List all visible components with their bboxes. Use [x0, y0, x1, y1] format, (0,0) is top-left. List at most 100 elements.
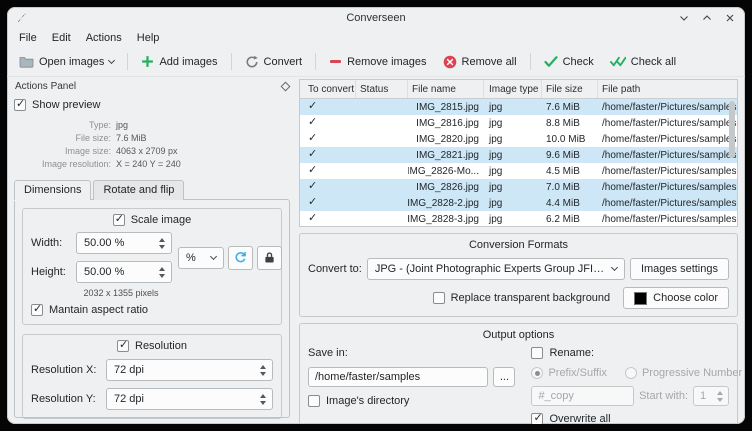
row-to-convert-cell[interactable] — [300, 118, 356, 129]
row-to-convert-cell[interactable] — [300, 150, 356, 161]
remove-all-button[interactable]: Remove all — [436, 52, 524, 72]
info-resolution-label: Image resolution: — [14, 159, 111, 169]
spin-up-icon[interactable] — [159, 267, 165, 271]
rename-pattern-input[interactable]: #_copy — [531, 386, 634, 406]
dimensions-tab-pane: Scale image Width: 50.00 % — [14, 199, 290, 418]
spinner-arrows[interactable] — [256, 363, 269, 377]
table-row[interactable]: IMG_2815.jpgjpg7.6 MiB/home/faster/Pictu… — [300, 99, 737, 115]
check-icon[interactable] — [308, 182, 319, 193]
check-icon[interactable] — [308, 134, 319, 145]
close-button[interactable] — [724, 12, 736, 24]
prefix-suffix-radio[interactable]: Prefix/Suffix — [531, 367, 607, 379]
lock-aspect-button[interactable] — [257, 246, 282, 270]
choose-color-button[interactable]: Choose color — [623, 287, 729, 309]
refresh-button[interactable] — [228, 246, 253, 270]
convert-button[interactable]: Convert — [238, 52, 310, 72]
check-icon[interactable] — [308, 214, 319, 225]
column-file-name[interactable]: File name — [408, 80, 484, 98]
check-icon[interactable] — [308, 166, 319, 177]
menu-file[interactable]: File — [12, 31, 44, 45]
column-file-path[interactable]: File path — [598, 80, 737, 98]
overwrite-all-checkbox[interactable]: Overwrite all — [531, 413, 729, 424]
table-row[interactable]: IMG_2816.jpgjpg8.8 MiB/home/faster/Pictu… — [300, 115, 737, 131]
save-in-input[interactable]: /home/faster/samples — [308, 367, 488, 387]
spinner-arrows[interactable] — [155, 265, 168, 279]
tab-dimensions[interactable]: Dimensions — [14, 180, 91, 200]
column-image-type[interactable]: Image type — [484, 80, 542, 98]
titlebar[interactable]: Converseen — [7, 7, 745, 28]
open-images-button[interactable]: Open images — [12, 52, 121, 71]
spin-down-icon[interactable] — [159, 245, 165, 249]
spinner-arrows[interactable] — [256, 392, 269, 406]
row-file-size-cell: 7.6 MiB — [542, 102, 598, 113]
scrollbar-thumb[interactable] — [729, 101, 735, 158]
menu-actions[interactable]: Actions — [79, 31, 129, 45]
table-row[interactable]: IMG_2828-3.jpgjpg6.2 MiB/home/faster/Pic… — [300, 211, 737, 227]
check-icon[interactable] — [308, 198, 319, 209]
menu-help[interactable]: Help — [130, 31, 167, 45]
spin-down-icon[interactable] — [260, 372, 266, 376]
images-settings-button[interactable]: Images settings — [630, 258, 729, 280]
width-label: Width: — [31, 237, 71, 249]
row-image-type-cell: jpg — [484, 182, 542, 193]
table-row[interactable]: IMG_2826-Mo...jpg4.5 MiB/home/faster/Pic… — [300, 163, 737, 179]
row-file-name-cell: IMG_2821.jpg — [408, 150, 484, 161]
spin-up-icon[interactable] — [260, 365, 266, 369]
maximize-button[interactable] — [701, 12, 713, 24]
height-spinbox[interactable]: 50.00 % — [76, 261, 172, 283]
info-file-size-label: File size: — [14, 133, 111, 143]
table-row[interactable]: IMG_2821.jpgjpg9.6 MiB/home/faster/Pictu… — [300, 147, 737, 163]
width-spinbox[interactable]: 50.00 % — [76, 232, 172, 254]
check-icon[interactable] — [308, 150, 319, 161]
spin-down-icon[interactable] — [717, 398, 723, 402]
dock-float-button[interactable] — [281, 81, 291, 91]
show-preview-checkbox[interactable]: Show preview — [14, 99, 290, 111]
check-icon[interactable] — [308, 102, 319, 113]
check-button[interactable]: Check — [537, 53, 601, 71]
spinner-arrows[interactable] — [155, 236, 168, 250]
browse-button[interactable]: ... — [493, 367, 515, 387]
scale-image-checkbox[interactable]: Scale image — [113, 214, 192, 226]
progressive-number-radio[interactable]: Progressive Number — [625, 367, 742, 379]
spin-down-icon[interactable] — [159, 274, 165, 278]
row-to-convert-cell[interactable] — [300, 182, 356, 193]
unit-combobox[interactable]: % — [178, 247, 224, 269]
rename-checkbox[interactable]: Rename: — [531, 347, 729, 359]
row-to-convert-cell[interactable] — [300, 166, 356, 177]
table-row[interactable]: IMG_2828-2.jpgjpg4.4 MiB/home/faster/Pic… — [300, 195, 737, 211]
table-scrollbar[interactable] — [728, 101, 736, 224]
column-to-convert[interactable]: To convert — [300, 80, 356, 98]
info-type-label: Type: — [14, 120, 111, 130]
spin-up-icon[interactable] — [717, 391, 723, 395]
table-row[interactable]: IMG_2826.jpgjpg7.0 MiB/home/faster/Pictu… — [300, 179, 737, 195]
column-status[interactable]: Status — [356, 80, 408, 98]
resolution-y-spinbox[interactable]: 72 dpi — [106, 388, 273, 410]
minimize-button[interactable] — [678, 12, 690, 24]
check-all-icon — [610, 56, 626, 67]
row-to-convert-cell[interactable] — [300, 134, 356, 145]
remove-all-icon — [443, 55, 457, 69]
table-row[interactable]: IMG_2820.jpgjpg10.0 MiB/home/faster/Pict… — [300, 131, 737, 147]
spin-up-icon[interactable] — [159, 238, 165, 242]
column-file-size[interactable]: File size — [542, 80, 598, 98]
format-combobox[interactable]: JPG - (Joint Photographic Experts Group … — [367, 258, 625, 280]
remove-images-button[interactable]: Remove images — [322, 52, 433, 71]
maintain-aspect-ratio-checkbox[interactable]: Mantain aspect ratio — [31, 304, 273, 316]
menu-edit[interactable]: Edit — [45, 31, 78, 45]
check-icon[interactable] — [308, 118, 319, 129]
add-images-button[interactable]: Add images — [134, 52, 224, 71]
row-to-convert-cell[interactable] — [300, 214, 356, 225]
spin-down-icon[interactable] — [260, 401, 266, 405]
replace-transparent-label: Replace transparent background — [451, 292, 611, 304]
spin-up-icon[interactable] — [260, 394, 266, 398]
replace-transparent-checkbox[interactable]: Replace transparent background — [433, 292, 611, 304]
start-with-spinbox[interactable]: 1 — [693, 386, 729, 406]
resolution-checkbox[interactable]: Resolution — [117, 340, 187, 352]
tab-rotate-and-flip[interactable]: Rotate and flip — [93, 180, 184, 200]
spinner-arrows[interactable] — [713, 389, 726, 403]
row-to-convert-cell[interactable] — [300, 102, 356, 113]
resolution-x-spinbox[interactable]: 72 dpi — [106, 359, 273, 381]
row-to-convert-cell[interactable] — [300, 198, 356, 209]
images-directory-checkbox[interactable]: Image's directory — [308, 395, 515, 407]
check-all-button[interactable]: Check all — [603, 53, 683, 71]
